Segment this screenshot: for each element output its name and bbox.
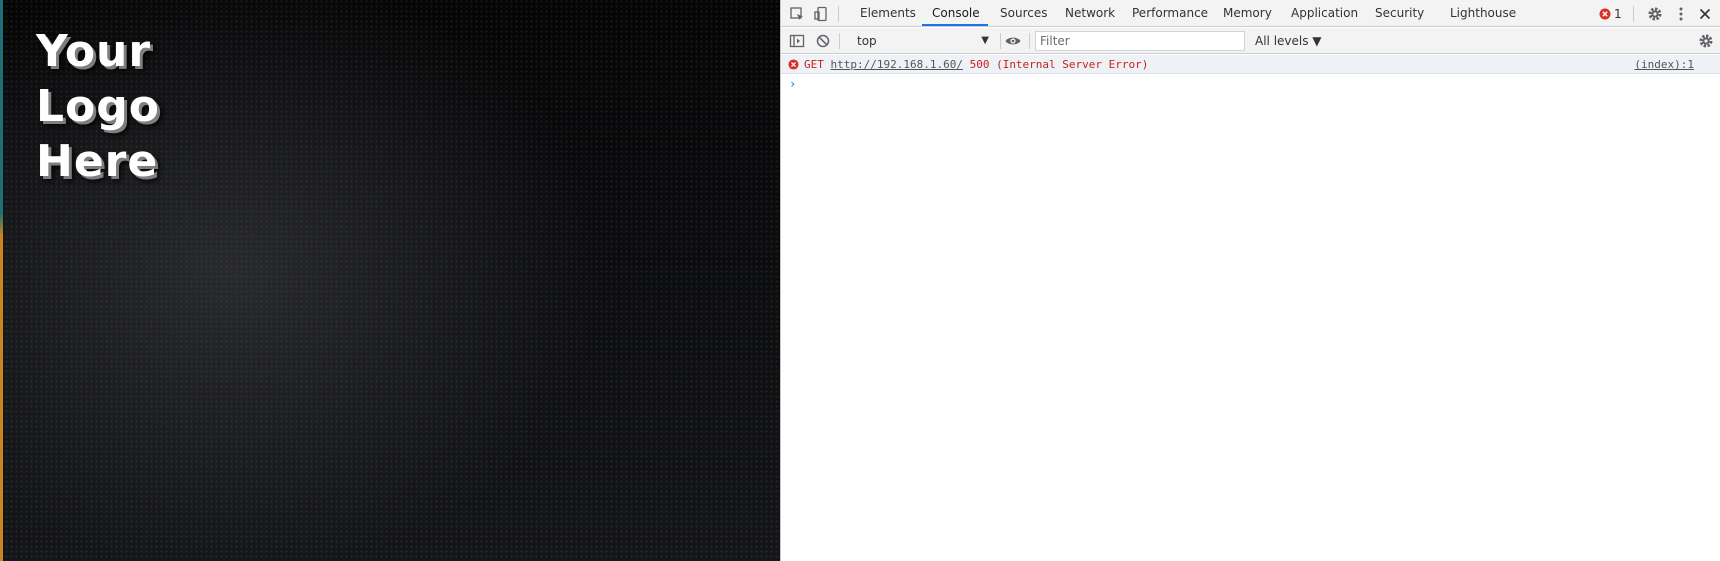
toolbar-divider <box>1633 6 1634 22</box>
page-edge-strip <box>0 0 3 561</box>
status-text: 500 (Internal Server Error) <box>969 58 1149 71</box>
kebab-menu-icon[interactable] <box>1671 4 1691 24</box>
toolbar-divider <box>1029 33 1030 49</box>
device-toolbar-icon[interactable] <box>811 4 831 24</box>
tab-lighthouse[interactable]: Lighthouse <box>1450 0 1516 27</box>
console-messages[interactable]: GET http://192.168.1.60/ 500 (Internal S… <box>781 55 1720 561</box>
gear-icon[interactable] <box>1645 4 1665 24</box>
log-levels-dropdown[interactable]: All levels ▼ <box>1255 32 1322 50</box>
devtools-tab-bar: Elements Console Sources Network Perform… <box>781 0 1720 27</box>
error-circle-icon <box>788 59 799 70</box>
toolbar-divider <box>838 6 839 22</box>
tab-memory[interactable]: Memory <box>1223 0 1272 27</box>
console-toolbar: top ▼ All levels ▼ <box>781 28 1720 54</box>
error-count: 1 <box>1614 7 1622 21</box>
context-value: top <box>857 34 877 48</box>
tab-network[interactable]: Network <box>1065 0 1115 27</box>
logo-line: Your <box>36 26 152 77</box>
active-tab-indicator <box>922 24 988 26</box>
tab-performance[interactable]: Performance <box>1132 0 1208 27</box>
page-viewport: Your Logo Here <box>0 0 780 561</box>
console-prompt[interactable]: › <box>789 75 796 93</box>
error-circle-icon <box>1599 8 1611 20</box>
devtools-panel: Elements Console Sources Network Perform… <box>780 0 1720 561</box>
tab-security[interactable]: Security <box>1375 0 1424 27</box>
logo-placeholder[interactable]: Your Logo Here <box>36 24 160 189</box>
request-url-link[interactable]: http://192.168.1.60/ <box>831 58 963 71</box>
tab-elements[interactable]: Elements <box>860 0 916 27</box>
tab-application[interactable]: Application <box>1291 0 1358 27</box>
clear-console-icon[interactable] <box>813 31 833 51</box>
close-icon[interactable] <box>1695 4 1715 24</box>
show-sidebar-icon[interactable] <box>787 31 807 51</box>
error-count-badge[interactable]: 1 <box>1599 5 1622 23</box>
error-text: GET http://192.168.1.60/ 500 (Internal S… <box>804 55 1148 74</box>
logo-line: Logo <box>36 81 160 132</box>
console-settings-gear-icon[interactable] <box>1696 31 1716 51</box>
console-error-message[interactable]: GET http://192.168.1.60/ 500 (Internal S… <box>781 55 1720 74</box>
dropdown-arrow-icon: ▼ <box>981 35 989 46</box>
screen: Your Logo Here Elements Console Sources … <box>0 0 1720 561</box>
tab-console[interactable]: Console <box>932 0 980 27</box>
logo-line: Here <box>36 136 159 187</box>
request-method: GET <box>804 58 824 71</box>
filter-input[interactable] <box>1035 31 1245 51</box>
context-selector[interactable]: top ▼ <box>849 32 995 50</box>
tab-sources[interactable]: Sources <box>1000 0 1047 27</box>
inspect-element-icon[interactable] <box>787 4 807 24</box>
eye-icon[interactable] <box>1003 31 1023 51</box>
source-location-link[interactable]: (index):1 <box>1634 55 1694 74</box>
toolbar-divider <box>1000 33 1001 49</box>
toolbar-divider <box>839 33 840 49</box>
